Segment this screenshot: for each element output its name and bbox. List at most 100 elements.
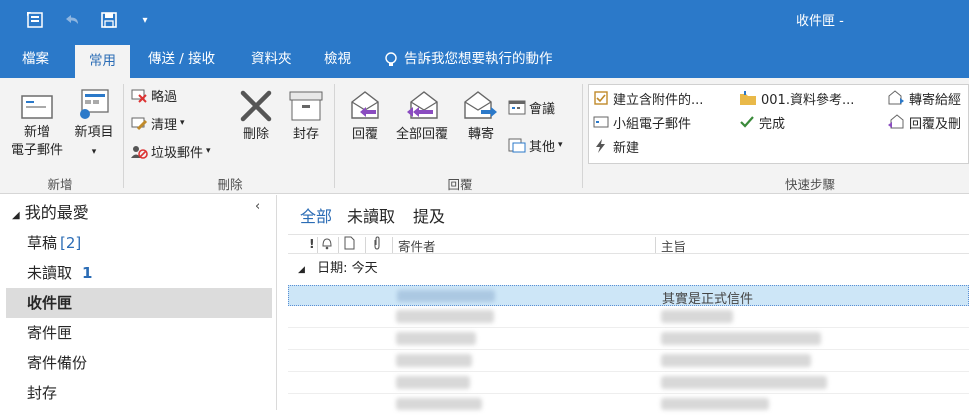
lightbulb-icon [384,52,398,72]
more-respond-button[interactable]: 其他 ▾ [508,134,563,156]
redacted-sender [396,354,472,367]
tab-file[interactable]: 檔案 [20,40,51,78]
redacted-subject [661,376,827,389]
redacted-sender [396,310,494,323]
tab-home[interactable]: 常用 [75,45,130,78]
column-divider [365,237,366,253]
chevron-down-icon: ▾ [91,147,97,157]
reply-button[interactable]: 回覆 [342,88,388,144]
new-items-button[interactable]: 新項目 ▾ [68,88,120,161]
redacted-sender [396,332,476,345]
quick-step-label: 回覆及刪 [909,116,962,132]
delete-label: 刪除 [242,127,269,142]
from-column[interactable]: 寄件者 [398,236,436,255]
folder-unread[interactable]: 未讀取 1 [6,258,272,288]
folder-label: 收件匣 [27,294,73,312]
reply-all-icon [407,91,438,119]
item-type-icon[interactable] [344,236,355,253]
ignore-button[interactable]: 略過 [130,84,177,106]
redacted-subject [661,310,733,323]
quick-step-label: 完成 [759,116,786,132]
quick-step-forward-to[interactable]: 轉寄給經 [887,87,961,109]
ribbon-separator [123,84,124,188]
quick-step-label: 小組電子郵件 [613,116,692,132]
folder-label: 寄件匣 [27,324,73,342]
date-group-header[interactable]: ◢ 日期: 今天 [288,258,378,280]
quick-step-reference-folder[interactable]: 001.資料參考... [739,87,854,109]
forward-label: 轉寄 [467,127,494,142]
forward-button[interactable]: 轉寄 [458,88,504,144]
favorites-header[interactable]: ◢ 我的最愛 [12,199,89,223]
quick-step-label: 轉寄給經 [909,92,962,108]
undo-icon[interactable] [61,9,83,31]
redacted-subject [661,354,811,367]
meeting-button[interactable]: 會議 [508,96,555,118]
clean-up-button[interactable]: 清理 ▾ [130,112,185,134]
quick-steps-gallery: 建立含附件的... 001.資料參考... 轉寄給經 小組電子郵件 完成 回覆及… [588,84,969,164]
reply-all-button[interactable]: 全部回覆 [390,88,454,144]
quick-step-done[interactable]: 完成 [739,111,785,133]
reply-icon [351,91,379,119]
group-header-label: 日期: 今天 [317,261,378,276]
message-row[interactable]: 其實是正式信件 [288,285,969,307]
forward-icon [464,91,497,119]
folder-label: 未讀取 [27,264,73,282]
delete-button[interactable]: 刪除 [234,88,278,144]
filter-all[interactable]: 全部 [300,203,332,227]
quick-step-create-with-attachment[interactable]: 建立含附件的... [593,87,703,109]
ribbon-separator [334,84,335,188]
redacted-sender [396,376,470,389]
quick-step-label: 建立含附件的... [613,92,704,108]
ribbon-tabs: 檔案 常用 傳送 / 接收 資料夾 檢視 告訴我您想要執行的動作 [0,40,969,78]
message-row[interactable] [288,307,969,328]
ignore-label: 略過 [151,89,178,105]
tab-send-receive[interactable]: 傳送 / 接收 [146,40,217,78]
quick-step-team-email[interactable]: 小組電子郵件 [593,111,691,133]
tab-folder[interactable]: 資料夾 [249,40,294,78]
folder-outbox[interactable]: 寄件匣 [6,318,272,348]
folder-archive[interactable]: 封存 [6,378,272,408]
tab-view[interactable]: 檢視 [322,40,353,78]
quick-step-create-new[interactable]: 新建 [593,135,639,157]
tell-me-input[interactable]: 告訴我您想要執行的動作 [402,40,555,78]
send-receive-icon[interactable] [24,9,46,31]
message-row[interactable] [288,395,969,416]
reminder-bell-icon[interactable] [321,236,333,253]
importance-column[interactable]: ! [309,236,315,251]
archive-button[interactable]: 封存 [284,88,328,144]
column-divider [338,237,339,253]
folder-count: 1 [82,264,93,282]
clean-up-label: 清理 [151,117,178,133]
ribbon-separator [582,84,583,188]
column-divider [392,237,393,253]
ribbon: 新增 電子郵件 新項目 ▾ 新增 略過 清理 ▾ 垃圾郵件 ▾ 刪除 封存 刪除… [0,78,969,194]
save-icon[interactable] [98,9,120,31]
window-title: 收件匣 - [796,14,844,29]
collapse-pane-icon[interactable]: ‹ [255,199,260,214]
new-email-button[interactable]: 新增 電子郵件 [4,92,70,160]
new-email-label-2: 電子郵件 [10,143,63,158]
clean-up-icon [131,117,148,131]
delete-x-icon [240,90,272,122]
message-row[interactable] [288,351,969,372]
folder-drafts[interactable]: 草稿 [2] [6,228,272,258]
message-row[interactable] [288,329,969,350]
message-list: 全部 未讀取 提及 ! 寄件者 主旨 ◢ 日期: 今天 其實是正式信件 [288,195,969,410]
column-headers: ! 寄件者 主旨 [288,234,969,254]
meeting-label: 會議 [529,101,556,117]
message-row[interactable] [288,373,969,394]
customize-dropdown-icon[interactable]: ▾ [134,9,156,31]
forward-mail-icon [888,90,904,105]
filter-mentions[interactable]: 提及 [413,203,445,227]
folder-sent-items[interactable]: 寄件備份 [6,348,272,378]
folder-label: 草稿 [27,234,58,252]
subject-column[interactable]: 主旨 [661,236,686,255]
junk-icon [131,146,148,159]
folder-inbox[interactable]: 收件匣 [6,288,272,318]
new-email-icon [21,95,53,119]
filter-unread[interactable]: 未讀取 [347,203,395,227]
quick-step-reply-delete[interactable]: 回覆及刪 [887,111,961,133]
attachment-icon[interactable] [372,236,382,253]
junk-button[interactable]: 垃圾郵件 ▾ [130,140,211,162]
chevron-down-icon: ▾ [558,140,563,150]
